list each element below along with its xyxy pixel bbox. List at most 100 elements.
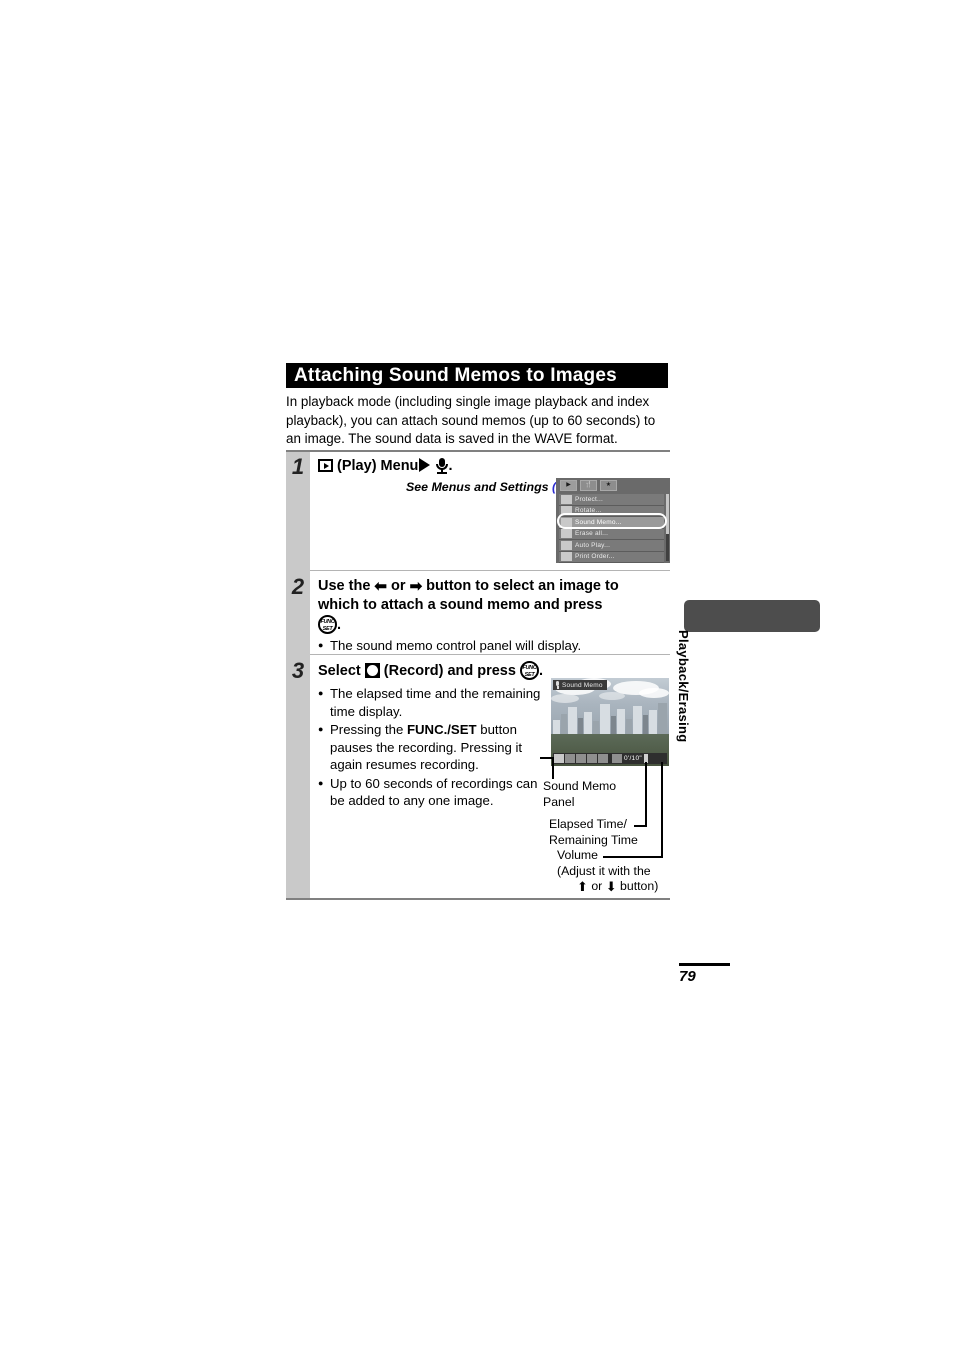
step-2-heading-line2: which to attach a sound memo and press <box>318 597 603 613</box>
menu-item-auto-play[interactable]: Auto Play... <box>559 540 664 552</box>
exit-icon[interactable] <box>554 754 564 763</box>
cloud-shape <box>599 692 625 700</box>
step-2-bullet-1: The sound memo control panel will displa… <box>318 637 670 655</box>
callout-line-panel-vertical <box>552 757 554 779</box>
print-icon <box>561 552 572 562</box>
mic-icon <box>555 681 560 689</box>
play-icon[interactable] <box>587 754 597 763</box>
cloud-shape <box>639 688 669 698</box>
callout-line-1: Volume <box>557 848 599 862</box>
menu-item-protect[interactable]: Protect... <box>559 494 664 506</box>
bullet2-a: Pressing the <box>330 722 407 737</box>
chapter-tab-label: Playback/Erasing <box>676 630 691 743</box>
bullet2-bold: FUNC./SET <box>406 722 477 737</box>
building <box>561 714 567 734</box>
intro-paragraph: In playback mode (including single image… <box>286 394 656 446</box>
sound-memo-control-panel: 0'/10" <box>553 753 667 764</box>
manual-page: Attaching Sound Memos to Images In playb… <box>0 0 954 1351</box>
building <box>658 703 667 734</box>
building <box>578 718 583 734</box>
step-1-heading: (Play) Menu . <box>310 452 670 476</box>
menu-item-label: Erase all... <box>575 530 609 538</box>
menu-item-print-order[interactable]: Print Order... <box>559 551 664 563</box>
page-number: 79 <box>679 968 696 985</box>
step-1-number: 1 <box>291 454 305 479</box>
building <box>643 715 648 734</box>
callout-volume: Volume (Adjust it with the ⬆ or ⬇ button… <box>557 848 658 895</box>
menu-tab-my-camera[interactable]: ★ <box>600 480 617 491</box>
menu-item-erase-all[interactable]: Erase all... <box>559 528 664 540</box>
callout-line-2: (Adjust it with the <box>557 863 651 878</box>
up-arrow-icon: ⬆ <box>577 879 588 894</box>
step-3-bullet-3: Up to 60 seconds of recordings can be ad… <box>318 775 544 810</box>
erase-icon[interactable] <box>598 754 608 763</box>
callout-sound-memo-panel: Sound Memo Panel <box>543 779 616 810</box>
building <box>617 709 625 734</box>
step-3-heading-pre: Select <box>318 663 361 679</box>
building <box>633 706 642 734</box>
menu-tab-play[interactable]: ▶ <box>560 480 577 491</box>
callout-line-2: Panel <box>543 794 575 809</box>
func-set-button-icon-2: FUNC SET <box>519 661 539 680</box>
see-menus-note-text: See Menus and Settings <box>406 480 552 494</box>
step-3-divider <box>310 654 670 655</box>
step-2-heading: Use the ⬅ or ➡ button to select an image… <box>310 570 670 635</box>
step-3-bullets: The elapsed time and the remaining time … <box>310 685 544 810</box>
step-3-bullet-2: Pressing the FUNC./SET button pauses the… <box>318 721 544 774</box>
steps-bottom-rule <box>286 898 670 900</box>
callout-line-3-button: button) <box>620 879 659 893</box>
callout-line-time-vertical <box>645 762 647 826</box>
down-arrow-icon: ⬇ <box>605 879 617 894</box>
step-2-heading-a: Use the <box>318 578 371 594</box>
time-display-group: 0'/10" <box>612 754 642 763</box>
building <box>626 719 632 734</box>
record-button-icon <box>364 663 380 678</box>
callout-line-2: Remaining Time <box>549 832 638 847</box>
menu-item-label: Print Order... <box>575 553 615 561</box>
menu-item-label: Auto Play... <box>575 541 611 549</box>
step-3-heading-period: . <box>538 663 544 679</box>
record-icon[interactable] <box>565 754 575 763</box>
step-2-heading-or: or <box>391 578 406 594</box>
cloud-shape <box>551 694 579 703</box>
play-menu-screenshot: ▶ 🍴 ★ Protect... Rotate... Sound Memo...… <box>556 478 670 563</box>
highlight-oval-annotation <box>557 513 667 529</box>
step-3-heading: Select (Record) and press FUNC SET. <box>310 654 670 681</box>
callout-line-1: Sound Memo <box>543 779 617 793</box>
step-2-heading-b: button to select an image to <box>426 578 619 594</box>
callout-line-1: Elapsed Time/ <box>549 817 627 831</box>
overlay-label-text: Sound Memo <box>562 681 603 689</box>
menu-item-label: Protect... <box>575 495 604 503</box>
building <box>649 710 657 734</box>
menu-tab-setup[interactable]: 🍴 <box>580 480 597 491</box>
step-2-heading-period: . <box>337 617 342 633</box>
step-1-heading-text: (Play) Menu <box>337 458 419 474</box>
step-3-bullet-1: The elapsed time and the remaining time … <box>318 685 544 720</box>
protect-icon <box>561 494 572 504</box>
step-3-heading-mid: (Record) and press <box>383 663 516 679</box>
sound-memo-overlay-label: Sound Memo <box>553 680 607 690</box>
step-2-bullets: The sound memo control panel will displa… <box>310 637 670 655</box>
building <box>600 704 610 734</box>
step-3-number: 3 <box>291 658 305 683</box>
building <box>553 720 560 734</box>
callout-line-panel-horizontal <box>540 757 554 759</box>
callout-line-3: ⬆ or ⬇ button) <box>557 879 658 895</box>
play-mode-icon <box>318 459 333 472</box>
left-arrow-icon: ⬅ <box>374 578 387 595</box>
step-2-divider <box>310 570 670 571</box>
sound-memo-screenshot: Sound Memo 0'/10" <box>551 678 669 766</box>
stop-icon[interactable] <box>576 754 586 763</box>
step-1-heading-period: . <box>448 458 453 474</box>
building <box>584 712 592 734</box>
elapsed-remaining-time-value: 0'/10" <box>624 755 642 762</box>
autoplay-icon <box>561 540 572 550</box>
right-arrow-icon: ➡ <box>409 578 423 595</box>
step-2-number: 2 <box>291 574 305 599</box>
right-triangle-icon <box>419 458 431 472</box>
menu-scrollbar[interactable] <box>666 494 669 561</box>
callout-line-volume-vertical <box>661 762 663 857</box>
volume-icon[interactable] <box>612 754 622 763</box>
building <box>568 707 577 734</box>
erase-icon <box>561 529 572 539</box>
